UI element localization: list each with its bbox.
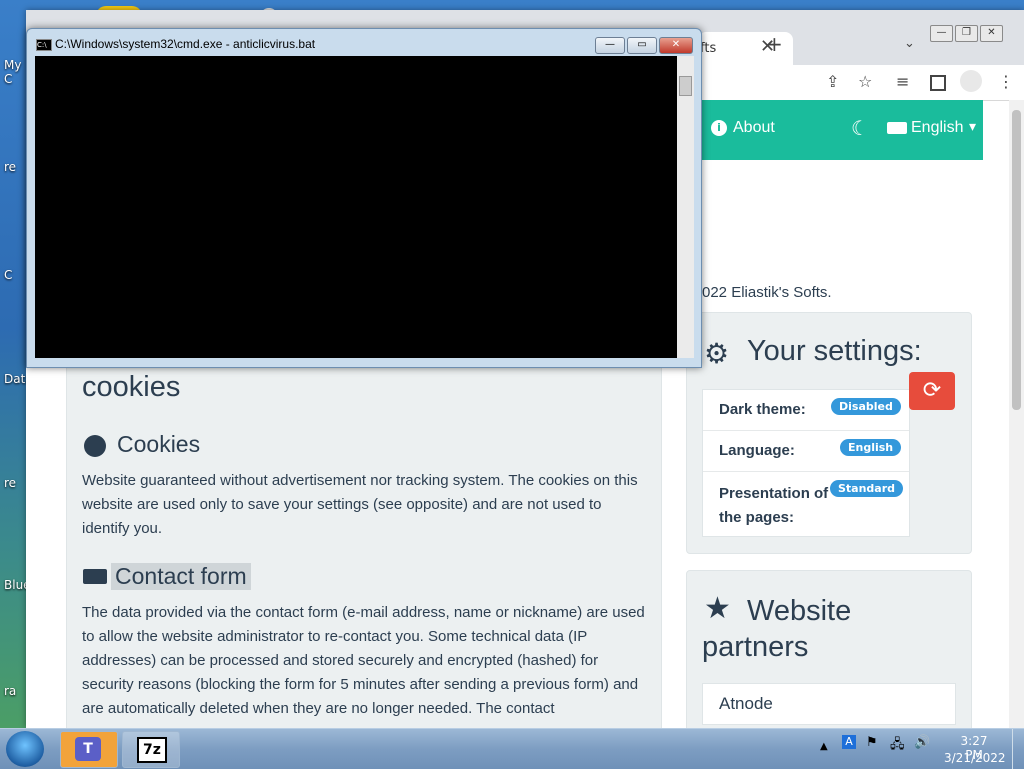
cookies-heading: Cookies xyxy=(117,431,201,457)
share-icon[interactable]: ⇪ xyxy=(826,72,839,91)
7zip-icon: 7z xyxy=(137,737,167,763)
action-center-icon[interactable]: ⚑ xyxy=(866,735,878,750)
show-hidden-icons-button[interactable]: ▲ xyxy=(820,741,828,752)
settings-title: Your settings: xyxy=(747,335,922,367)
list-item: Language: English xyxy=(703,431,909,472)
minimize-button[interactable]: — xyxy=(595,37,625,54)
desktop-icon-label[interactable]: Data xyxy=(4,372,33,386)
privacy-card: cookies Cookies Website guaranteed witho… xyxy=(66,310,662,728)
desktop-icon-label[interactable]: re xyxy=(4,476,26,490)
desktop-icon-label[interactable]: re xyxy=(4,160,26,174)
moon-icon[interactable]: ☾ xyxy=(851,116,869,140)
star-icon[interactable]: ☆ xyxy=(858,72,872,91)
site-navbar: i About ☾ English ▾ xyxy=(675,100,983,160)
taskbar-app-7zip[interactable]: 7z xyxy=(122,731,180,768)
contact-text: The data provided via the contact form (… xyxy=(82,604,645,717)
cmd-icon: C:\ xyxy=(36,39,52,51)
gear-icon: ⚙ xyxy=(704,337,730,370)
close-button[interactable]: ✕ xyxy=(659,37,693,54)
language-selector[interactable]: English xyxy=(911,119,963,137)
desktop-icon-label[interactable]: ra xyxy=(4,684,26,698)
tab-search-chevron-icon[interactable]: ⌄ xyxy=(904,36,915,51)
setting-label: Dark theme: xyxy=(719,401,806,418)
translate-icon xyxy=(887,122,907,134)
volume-icon[interactable]: 🔊 xyxy=(914,735,930,750)
settings-card: ⚙ Your settings: Dark theme: Disabled La… xyxy=(686,312,972,554)
list-item: Dark theme: Disabled xyxy=(703,390,909,431)
partners-card: ★ Website partners Atnode xyxy=(686,570,972,728)
tab-title: fts xyxy=(700,41,717,56)
keyboard-icon xyxy=(83,569,107,584)
profile-icon[interactable] xyxy=(960,70,982,92)
nav-about-link[interactable]: About xyxy=(733,119,775,137)
taskbar: T 7z ▲ A ⚑ 🖧 🔊 3:27 PM 3/21/2022 xyxy=(0,728,1024,769)
minimize-button[interactable]: — xyxy=(930,25,953,42)
scrollbar-thumb[interactable] xyxy=(679,76,692,96)
caret-down-icon: ▾ xyxy=(969,119,977,135)
cmd-window: C:\ C:\Windows\system32\cmd.exe - anticl… xyxy=(26,28,702,368)
copyright-text: 022 Eliastik's Softs. xyxy=(702,284,832,301)
clock-date[interactable]: 3/21/2022 xyxy=(944,751,1006,765)
partner-link[interactable]: Atnode xyxy=(719,694,773,714)
settings-list: Dark theme: Disabled Language: English P… xyxy=(702,389,910,537)
setting-label: Language: xyxy=(719,442,795,459)
partners-title: Website partners xyxy=(702,595,852,663)
new-tab-button[interactable]: + xyxy=(766,32,783,56)
teams-icon: T xyxy=(75,737,101,761)
maximize-button[interactable]: ▭ xyxy=(627,37,657,54)
desktop-icon-label[interactable]: C xyxy=(4,268,26,282)
partners-list: Atnode xyxy=(702,683,956,725)
status-badge: Disabled xyxy=(831,398,901,415)
maximize-button[interactable]: ❐ xyxy=(955,25,978,42)
status-badge: Standard xyxy=(830,480,904,497)
reading-list-icon[interactable]: ≡ xyxy=(896,72,909,91)
scrollbar-thumb[interactable] xyxy=(1012,110,1021,410)
status-badge: English xyxy=(840,439,902,456)
info-icon: i xyxy=(711,120,727,136)
desktop-icon-label[interactable]: My C xyxy=(4,58,26,86)
console-output[interactable] xyxy=(35,56,677,358)
taskbar-app-teams[interactable]: T xyxy=(60,731,118,768)
list-item: Presentation of the pages: Standard xyxy=(703,472,909,536)
reset-settings-button[interactable]: ⟳ xyxy=(909,372,955,410)
refresh-icon: ⟳ xyxy=(922,378,942,403)
menu-icon[interactable]: ⋮ xyxy=(998,72,1014,91)
desktop-icon-label[interactable]: Blue xyxy=(4,578,31,592)
cookie-icon xyxy=(84,435,106,457)
setting-label: Presentation of the pages: xyxy=(719,485,829,526)
page-scrollbar[interactable] xyxy=(1009,100,1024,728)
cookies-text: Website guaranteed without advertisement… xyxy=(82,472,638,537)
cmd-window-title: C:\Windows\system32\cmd.exe - anticlicvi… xyxy=(55,37,316,51)
privacy-heading: cookies xyxy=(82,371,181,403)
sidebar-icon[interactable] xyxy=(930,75,946,91)
app-tray-icon[interactable]: A xyxy=(842,735,856,749)
network-icon[interactable]: 🖧 xyxy=(890,735,905,757)
start-button[interactable] xyxy=(6,731,44,767)
show-desktop-button[interactable] xyxy=(1012,729,1024,769)
window-controls: — ❐ ✕ xyxy=(930,20,1005,42)
contact-heading: Contact form xyxy=(111,563,251,590)
console-scrollbar[interactable] xyxy=(677,56,694,358)
close-button[interactable]: ✕ xyxy=(980,25,1003,42)
